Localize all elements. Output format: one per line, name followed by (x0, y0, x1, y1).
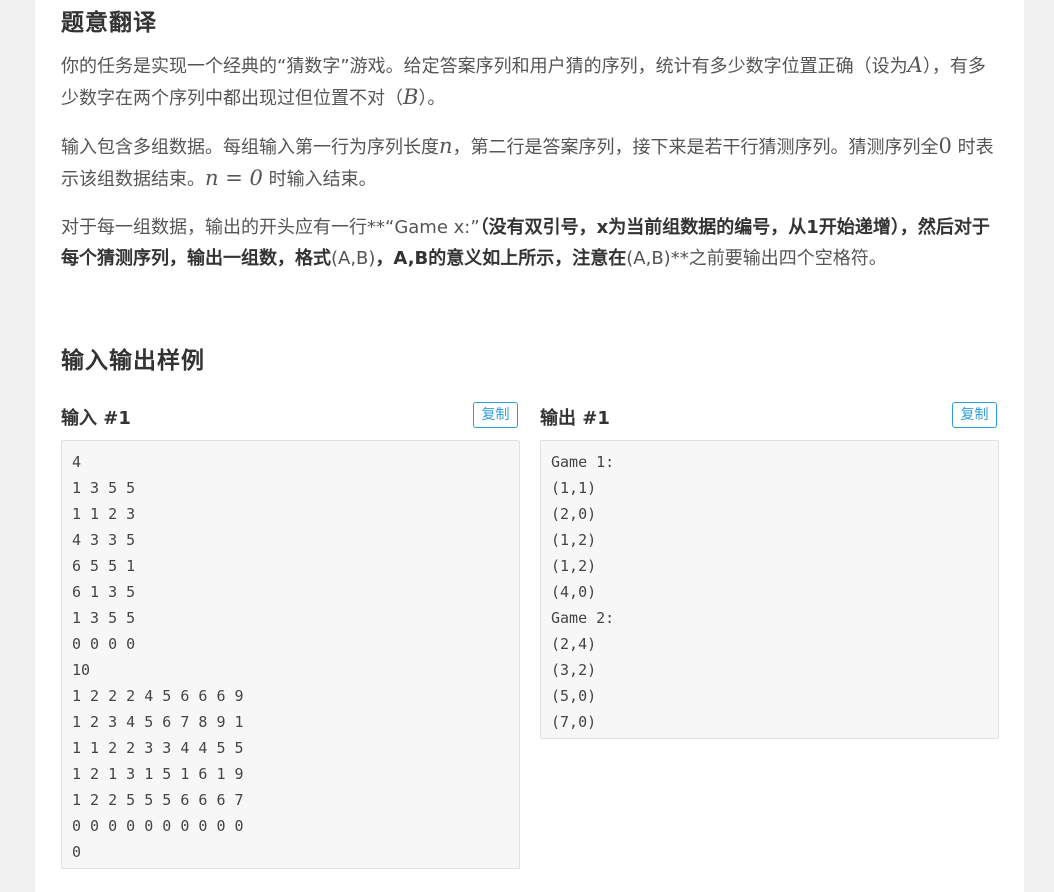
input-sample-line: 4 3 3 5 (72, 531, 136, 549)
input-sample-line: 1 1 2 3 (72, 505, 136, 523)
output-sample-line: (1,2) (551, 557, 597, 575)
output-sample-line: (7,0) (551, 713, 597, 731)
input-sample-line: 4 (72, 453, 82, 471)
output-sample-line: Game 1: (551, 453, 615, 471)
input-sample-line: 10 (72, 661, 91, 679)
input-sample-line: 1 2 3 4 5 6 7 8 9 1 (72, 713, 244, 731)
input-sample-line: 6 5 5 1 (72, 557, 136, 575)
output-sample-box[interactable]: Game 1: (1,1) (2,0) (1,2) (1,2) (4,0) Game 2: (… (540, 440, 999, 739)
output-sample-line: Game 2: (551, 609, 615, 627)
input-sample-line: 1 2 2 2 4 5 6 6 6 9 (72, 687, 244, 705)
section-title-samples: 输入输出样例 (61, 348, 205, 374)
section-title-translation: 题意翻译 (61, 10, 157, 36)
description-paragraph-2: 输入包含多组数据。每组输入第一行为序列长度n，第二行是答案序列，接下来是若干行猜… (61, 134, 994, 190)
input-sample-line: 0 0 0 0 (72, 635, 136, 653)
input-sample-line: 6 1 3 5 (72, 583, 136, 601)
input-sample-label: 输入 #1 (61, 408, 131, 429)
copy-output-button[interactable]: 复制 (952, 402, 997, 428)
output-sample-line: (2,4) (551, 635, 597, 653)
problem-card: 题意翻译 你的任务是实现一个经典的“猜数字”游戏。给定答案序列和用户猜的序列，统… (35, 0, 1024, 892)
input-sample-box[interactable]: 4 1 3 5 5 1 1 2 3 4 3 3 5 6 5 5 1 6 1 3 5 1 3 … (61, 440, 520, 869)
copy-input-button[interactable]: 复制 (473, 402, 518, 428)
input-sample-line: 0 0 0 0 0 0 0 0 0 0 (72, 817, 244, 835)
output-sample-line: (1,1) (551, 479, 597, 497)
input-sample-line: 1 3 5 5 (72, 609, 136, 627)
output-sample-line: (5,0) (551, 687, 597, 705)
input-sample-line: 1 2 1 3 1 5 1 6 1 9 (72, 765, 244, 783)
output-sample-line: (2,0) (551, 505, 597, 523)
output-sample-line: (1,2) (551, 531, 597, 549)
output-sample-label: 输出 #1 (540, 408, 610, 429)
input-sample-line: 1 2 2 5 5 5 6 6 6 7 (72, 791, 244, 809)
description-paragraph-1: 你的任务是实现一个经典的“猜数字”游戏。给定答案序列和用户猜的序列，统计有多少数… (61, 53, 986, 109)
input-sample-line: 1 3 5 5 (72, 479, 136, 497)
output-sample-line: (3,2) (551, 661, 597, 679)
input-sample-line: 1 1 2 2 3 3 4 4 5 5 (72, 739, 244, 757)
description-paragraph-3: 对于每一组数据，输出的开头应有一行**“Game x:”（没有双引号，x为当前组… (61, 217, 990, 269)
input-sample-line: 0 (72, 843, 82, 861)
output-sample-line: (4,0) (551, 583, 597, 601)
